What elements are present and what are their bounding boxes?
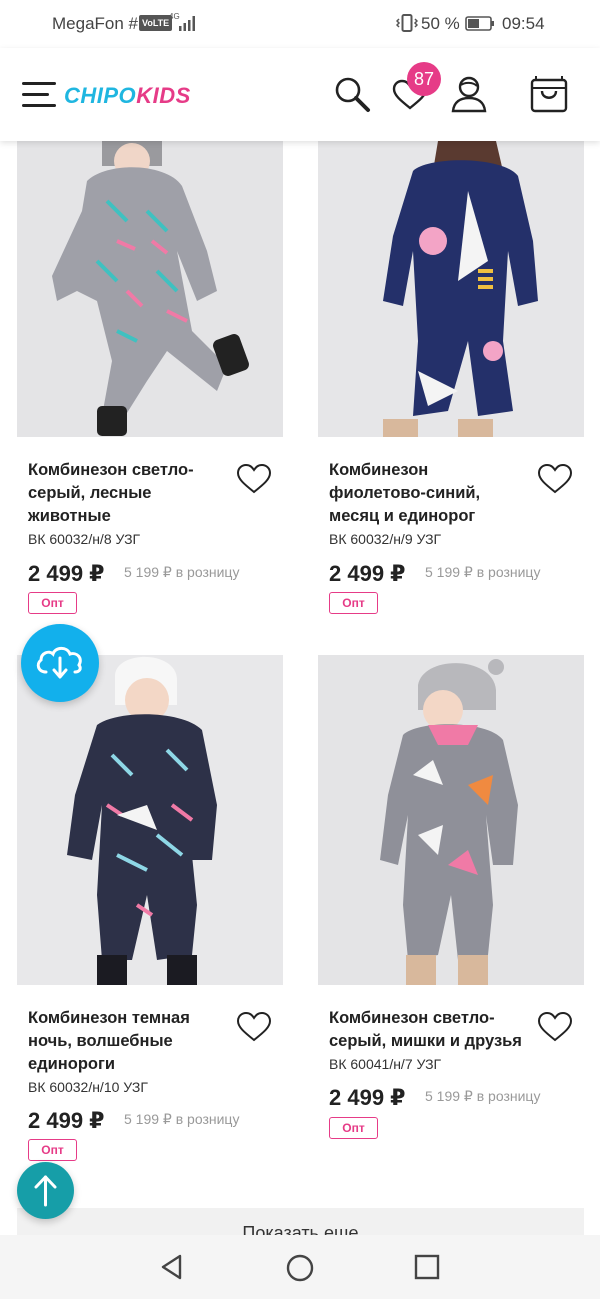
product-title[interactable]: Комбинезон фиолетово-синий, месяц и един… bbox=[329, 459, 529, 528]
product-photo-illustration bbox=[318, 141, 584, 437]
search-icon[interactable] bbox=[333, 75, 371, 113]
wholesale-badge[interactable]: Опт bbox=[28, 592, 77, 614]
signal-icon bbox=[179, 16, 195, 31]
wholesale-badge[interactable]: Опт bbox=[28, 1139, 77, 1161]
battery-percent: 50 % bbox=[421, 14, 460, 33]
vibrate-icon bbox=[396, 14, 418, 32]
battery-icon bbox=[465, 16, 494, 31]
product-photo[interactable] bbox=[17, 141, 283, 437]
clock: 09:54 bbox=[502, 14, 545, 33]
user-icon[interactable] bbox=[450, 74, 488, 114]
product-price: 2 499 ₽ bbox=[329, 561, 406, 586]
retail-price: 5 199 ₽ в розницу bbox=[425, 564, 541, 580]
product-sku: ВК 60032/н/8 УЗГ bbox=[28, 531, 141, 547]
logo-part-kids: KIDS bbox=[136, 83, 191, 108]
product-title[interactable]: Комбинезон светло-серый, мишки и друзья bbox=[329, 1007, 529, 1053]
wholesale-badge[interactable]: Опт bbox=[329, 1117, 378, 1139]
logo[interactable]: CHIPOKIDS bbox=[64, 83, 191, 109]
app-header: CHIPOKIDS bbox=[0, 48, 600, 141]
home-icon[interactable] bbox=[285, 1253, 315, 1283]
wholesale-badge[interactable]: Опт bbox=[329, 592, 378, 614]
product-title[interactable]: Комбинезон светло-серый, лесные животные bbox=[28, 459, 228, 528]
product-photo-illustration bbox=[17, 655, 283, 985]
product-photo-illustration bbox=[318, 655, 584, 985]
product-photo[interactable] bbox=[318, 655, 584, 985]
download-app-button[interactable] bbox=[21, 624, 99, 702]
retail-price: 5 199 ₽ в розницу bbox=[124, 1111, 240, 1127]
menu-icon[interactable] bbox=[22, 82, 56, 108]
arrow-up-icon bbox=[34, 1175, 57, 1207]
favorite-heart-icon[interactable] bbox=[236, 1011, 272, 1043]
retail-price: 5 199 ₽ в розницу bbox=[124, 564, 240, 580]
product-price: 2 499 ₽ bbox=[28, 1108, 105, 1133]
logo-part-chipo: CHIPO bbox=[64, 83, 137, 108]
product-sku: ВК 60041/н/7 УЗГ bbox=[329, 1056, 442, 1072]
product-sku: ВК 60032/н/9 УЗГ bbox=[329, 531, 442, 547]
favorite-heart-icon[interactable] bbox=[537, 463, 573, 495]
product-price: 2 499 ₽ bbox=[329, 1085, 406, 1110]
product-title[interactable]: Комбинезон темная ночь, волшебные единор… bbox=[28, 1007, 228, 1076]
favorite-heart-icon[interactable] bbox=[537, 1011, 573, 1043]
carrier-name: MegaFon #1 bbox=[52, 14, 148, 33]
back-icon[interactable] bbox=[158, 1253, 186, 1281]
system-nav-bar bbox=[0, 1235, 600, 1299]
product-price: 2 499 ₽ bbox=[28, 561, 105, 586]
status-bar: MegaFon #1 VoLTE 4G 50 % 09:54 bbox=[0, 0, 600, 48]
retail-price: 5 199 ₽ в розницу bbox=[425, 1088, 541, 1104]
favorites-count-badge: 87 bbox=[407, 62, 441, 96]
product-photo[interactable] bbox=[17, 655, 283, 985]
product-photo[interactable] bbox=[318, 141, 584, 437]
product-sku: ВК 60032/н/10 УЗГ bbox=[28, 1079, 148, 1095]
scroll-to-top-button[interactable] bbox=[17, 1162, 74, 1219]
volte-badge: VoLTE bbox=[139, 15, 173, 31]
cart-icon[interactable] bbox=[530, 76, 568, 114]
cloud-download-icon bbox=[36, 646, 82, 679]
product-photo-illustration bbox=[17, 141, 283, 437]
favorite-heart-icon[interactable] bbox=[236, 463, 272, 495]
recents-icon[interactable] bbox=[414, 1254, 440, 1280]
